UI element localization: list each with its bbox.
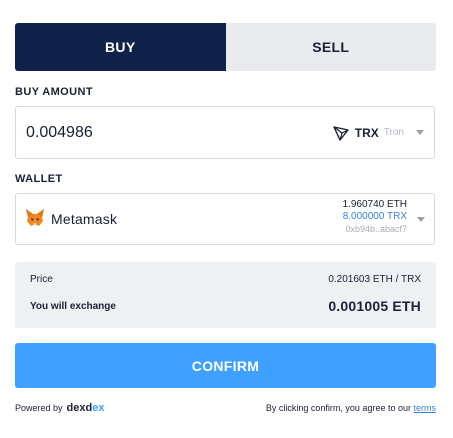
price-row: Price 0.201603 ETH / TRX xyxy=(30,274,421,285)
terms-notice: By clicking confirm, you agree to our te… xyxy=(266,403,436,413)
chevron-down-icon xyxy=(417,217,425,222)
metamask-fox-icon xyxy=(26,209,44,226)
buy-amount-input[interactable] xyxy=(26,107,276,158)
brand-start: dexd xyxy=(66,402,93,414)
tab-buy[interactable]: BUY xyxy=(15,23,226,71)
terms-link[interactable]: terms xyxy=(414,403,437,413)
wallet-address: 0xb94b..abacf7 xyxy=(345,224,407,234)
token-symbol: TRX xyxy=(354,125,379,140)
brand-accent: ex xyxy=(92,402,105,414)
wallet-label: WALLET xyxy=(15,173,63,185)
balance-eth: 1.960740 ETH xyxy=(342,199,408,210)
tab-sell[interactable]: SELL xyxy=(225,23,436,71)
wallet-balances: 1.960740 ETH 8.000000 TRX 0xb94b..abacf7 xyxy=(343,199,408,235)
price-value: 0.201603 ETH / TRX xyxy=(328,274,421,285)
exchange-value: 0.001005 ETH xyxy=(328,298,421,314)
price-label: Price xyxy=(30,274,53,285)
exchange-row: You will exchange 0.001005 ETH xyxy=(30,298,421,314)
agree-text: By clicking confirm, you agree to our xyxy=(265,403,411,413)
buy-amount-label: BUY AMOUNT xyxy=(15,86,93,98)
balance-trx: 8.000000 TRX xyxy=(342,211,407,222)
exchange-label: You will exchange xyxy=(30,300,116,312)
token-name: Tron xyxy=(383,127,404,138)
wallet-select[interactable]: Metamask 1.960740 ETH 8.000000 TRX 0xb94… xyxy=(15,193,435,245)
buy-sell-tabs: BUY SELL xyxy=(15,23,436,71)
tron-icon xyxy=(333,125,349,141)
powered-by: Powered by dexdex xyxy=(15,402,104,414)
token-select[interactable]: TRX Tron xyxy=(333,107,424,158)
buy-amount-field: TRX Tron xyxy=(15,106,435,159)
exchange-summary: Price 0.201603 ETH / TRX You will exchan… xyxy=(15,262,436,328)
powered-by-text: Powered by xyxy=(15,403,63,413)
confirm-button[interactable]: CONFIRM xyxy=(15,343,436,388)
dexdex-logo[interactable]: dexdex xyxy=(67,402,105,414)
chevron-down-icon xyxy=(416,130,424,135)
wallet-name: Metamask xyxy=(51,211,118,227)
